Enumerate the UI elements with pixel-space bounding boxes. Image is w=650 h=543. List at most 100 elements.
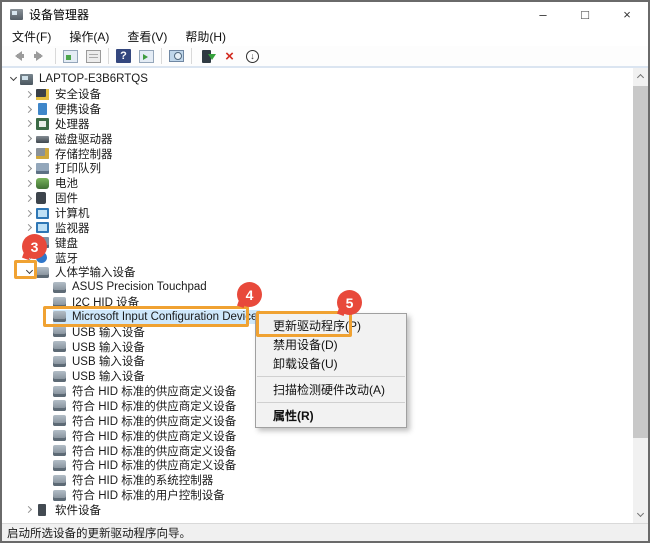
- annotation-marker-5: 5: [337, 290, 362, 315]
- menu-separator: [257, 402, 405, 403]
- menu-item-properties[interactable]: 属性(R): [256, 406, 406, 425]
- chevron-collapsed-icon[interactable]: [23, 136, 36, 141]
- tree-item-hid-vendor-defined-4[interactable]: 符合 HID 标准的供应商定义设备: [2, 428, 633, 443]
- tree-item-computer[interactable]: 计算机: [2, 206, 633, 221]
- toolbar-separator: [161, 48, 162, 64]
- scrollbar-thumb[interactable]: [633, 86, 648, 438]
- security-devices-icon: [36, 89, 49, 100]
- computer-root-icon: [20, 74, 33, 85]
- tree-item-label: 符合 HID 标准的供应商定义设备: [72, 383, 236, 399]
- batteries-icon: [36, 178, 49, 189]
- tree-item-keyboards[interactable]: 键盘: [2, 235, 633, 250]
- tree-item-label: 符合 HID 标准的供应商定义设备: [72, 413, 236, 429]
- uninstall-icon: ×: [225, 49, 234, 64]
- menu-item-uninstall-device[interactable]: 卸载设备(U): [256, 354, 406, 373]
- tree-item-hid-system-controller[interactable]: 符合 HID 标准的系统控制器: [2, 473, 633, 488]
- device-manager-window: 设备管理器 – □ × 文件(F) 操作(A) 查看(V) 帮助(H) ? × …: [0, 0, 650, 543]
- device-tree: LAPTOP-E3B6RTQS 安全设备 便携设备 处理器 磁盘驱动器 存储控制: [2, 68, 633, 523]
- hid-device-icon: [53, 445, 66, 456]
- tree-item-label: 符合 HID 标准的系统控制器: [72, 472, 213, 488]
- tree-item-disk-drives[interactable]: 磁盘驱动器: [2, 131, 633, 146]
- tree-item-label: 监视器: [55, 220, 90, 236]
- chevron-collapsed-icon[interactable]: [23, 166, 36, 171]
- tree-item-software-devices[interactable]: 软件设备: [2, 502, 633, 517]
- action-pane-button[interactable]: [135, 47, 158, 66]
- window-controls: – □ ×: [522, 2, 648, 27]
- hid-device-icon: [53, 341, 66, 352]
- chevron-collapsed-icon[interactable]: [23, 151, 36, 156]
- tree-item-label: 固件: [55, 190, 78, 206]
- chevron-expanded-icon[interactable]: [7, 78, 20, 80]
- update-driver-button[interactable]: [195, 47, 218, 66]
- chevron-collapsed-icon[interactable]: [23, 211, 36, 216]
- toolbar-separator: [191, 48, 192, 64]
- menu-file[interactable]: 文件(F): [6, 28, 63, 45]
- back-button[interactable]: [6, 47, 29, 66]
- disable-device-button[interactable]: ↓: [241, 47, 264, 66]
- tree-item-label: 便携设备: [55, 101, 101, 117]
- firmware-icon: [36, 192, 46, 204]
- disk-drives-icon: [36, 136, 49, 143]
- tree-item-asus-precision-touchpad[interactable]: ASUS Precision Touchpad: [2, 280, 633, 295]
- tree-item-human-interface-devices[interactable]: 人体学输入设备: [2, 265, 633, 280]
- tree-item-label: 符合 HID 标准的供应商定义设备: [72, 398, 236, 414]
- tree-item-label: 键盘: [55, 235, 78, 251]
- hid-device-icon: [53, 356, 66, 367]
- tree-item-security-devices[interactable]: 安全设备: [2, 87, 633, 102]
- hid-device-icon: [53, 415, 66, 426]
- console-window-button[interactable]: [59, 47, 82, 66]
- hid-device-icon: [53, 282, 66, 293]
- annotation-marker-4: 4: [237, 282, 262, 307]
- scan-hardware-button[interactable]: [165, 47, 188, 66]
- console-window-icon: [63, 50, 78, 63]
- tree-item-storage-controllers[interactable]: 存储控制器: [2, 146, 633, 161]
- tree-item-hid-vendor-defined-5[interactable]: 符合 HID 标准的供应商定义设备: [2, 443, 633, 458]
- tree-item-processors[interactable]: 处理器: [2, 117, 633, 132]
- tree-item-batteries[interactable]: 电池: [2, 176, 633, 191]
- minimize-button[interactable]: –: [522, 2, 564, 27]
- menu-separator: [257, 376, 405, 377]
- menu-help[interactable]: 帮助(H): [179, 28, 238, 45]
- chevron-collapsed-icon[interactable]: [23, 107, 36, 112]
- annotation-box-update-driver: [256, 311, 352, 337]
- chevron-collapsed-icon[interactable]: [23, 196, 36, 201]
- tree-item-label: USB 输入设备: [72, 353, 145, 369]
- hid-device-icon: [53, 430, 66, 441]
- hid-device-icon: [53, 490, 66, 501]
- tree-item-label: 存储控制器: [55, 146, 113, 162]
- menu-view[interactable]: 查看(V): [121, 28, 179, 45]
- back-icon: [10, 51, 25, 61]
- vertical-scrollbar[interactable]: [633, 68, 648, 523]
- uninstall-device-button[interactable]: ×: [218, 47, 241, 66]
- chevron-collapsed-icon[interactable]: [23, 225, 36, 230]
- tree-item-bluetooth[interactable]: 蓝牙: [2, 250, 633, 265]
- scrollbar-down-icon[interactable]: [633, 507, 648, 523]
- menu-item-disable-device[interactable]: 禁用设备(D): [256, 335, 406, 354]
- hid-device-icon: [53, 400, 66, 411]
- close-button[interactable]: ×: [606, 2, 648, 27]
- portable-devices-icon: [38, 103, 47, 115]
- tree-item-firmware[interactable]: 固件: [2, 191, 633, 206]
- tree-item-hid-vendor-defined-6[interactable]: 符合 HID 标准的供应商定义设备: [2, 458, 633, 473]
- scrollbar-up-icon[interactable]: [633, 68, 648, 84]
- properties-button[interactable]: [82, 47, 105, 66]
- tree-item-hid-user-control-device[interactable]: 符合 HID 标准的用户控制设备: [2, 488, 633, 503]
- tree-item-print-queues[interactable]: 打印队列: [2, 161, 633, 176]
- chevron-collapsed-icon[interactable]: [23, 92, 36, 97]
- chevron-collapsed-icon[interactable]: [23, 121, 36, 126]
- hid-device-icon: [53, 475, 66, 486]
- update-driver-icon: [202, 50, 211, 63]
- menu-action[interactable]: 操作(A): [63, 28, 121, 45]
- forward-button[interactable]: [29, 47, 52, 66]
- menu-item-scan-hardware-changes[interactable]: 扫描检测硬件改动(A): [256, 380, 406, 399]
- chevron-collapsed-icon[interactable]: [23, 507, 36, 512]
- tree-item-portable-devices[interactable]: 便携设备: [2, 102, 633, 117]
- tree-item-root-computer[interactable]: LAPTOP-E3B6RTQS: [2, 72, 633, 87]
- tree-item-label: 符合 HID 标准的供应商定义设备: [72, 443, 236, 459]
- help-button[interactable]: ?: [112, 47, 135, 66]
- chevron-collapsed-icon[interactable]: [23, 181, 36, 186]
- maximize-button[interactable]: □: [564, 2, 606, 27]
- tree-item-monitors[interactable]: 监视器: [2, 220, 633, 235]
- window-title: 设备管理器: [29, 6, 89, 23]
- tree-item-label: 电池: [55, 175, 78, 191]
